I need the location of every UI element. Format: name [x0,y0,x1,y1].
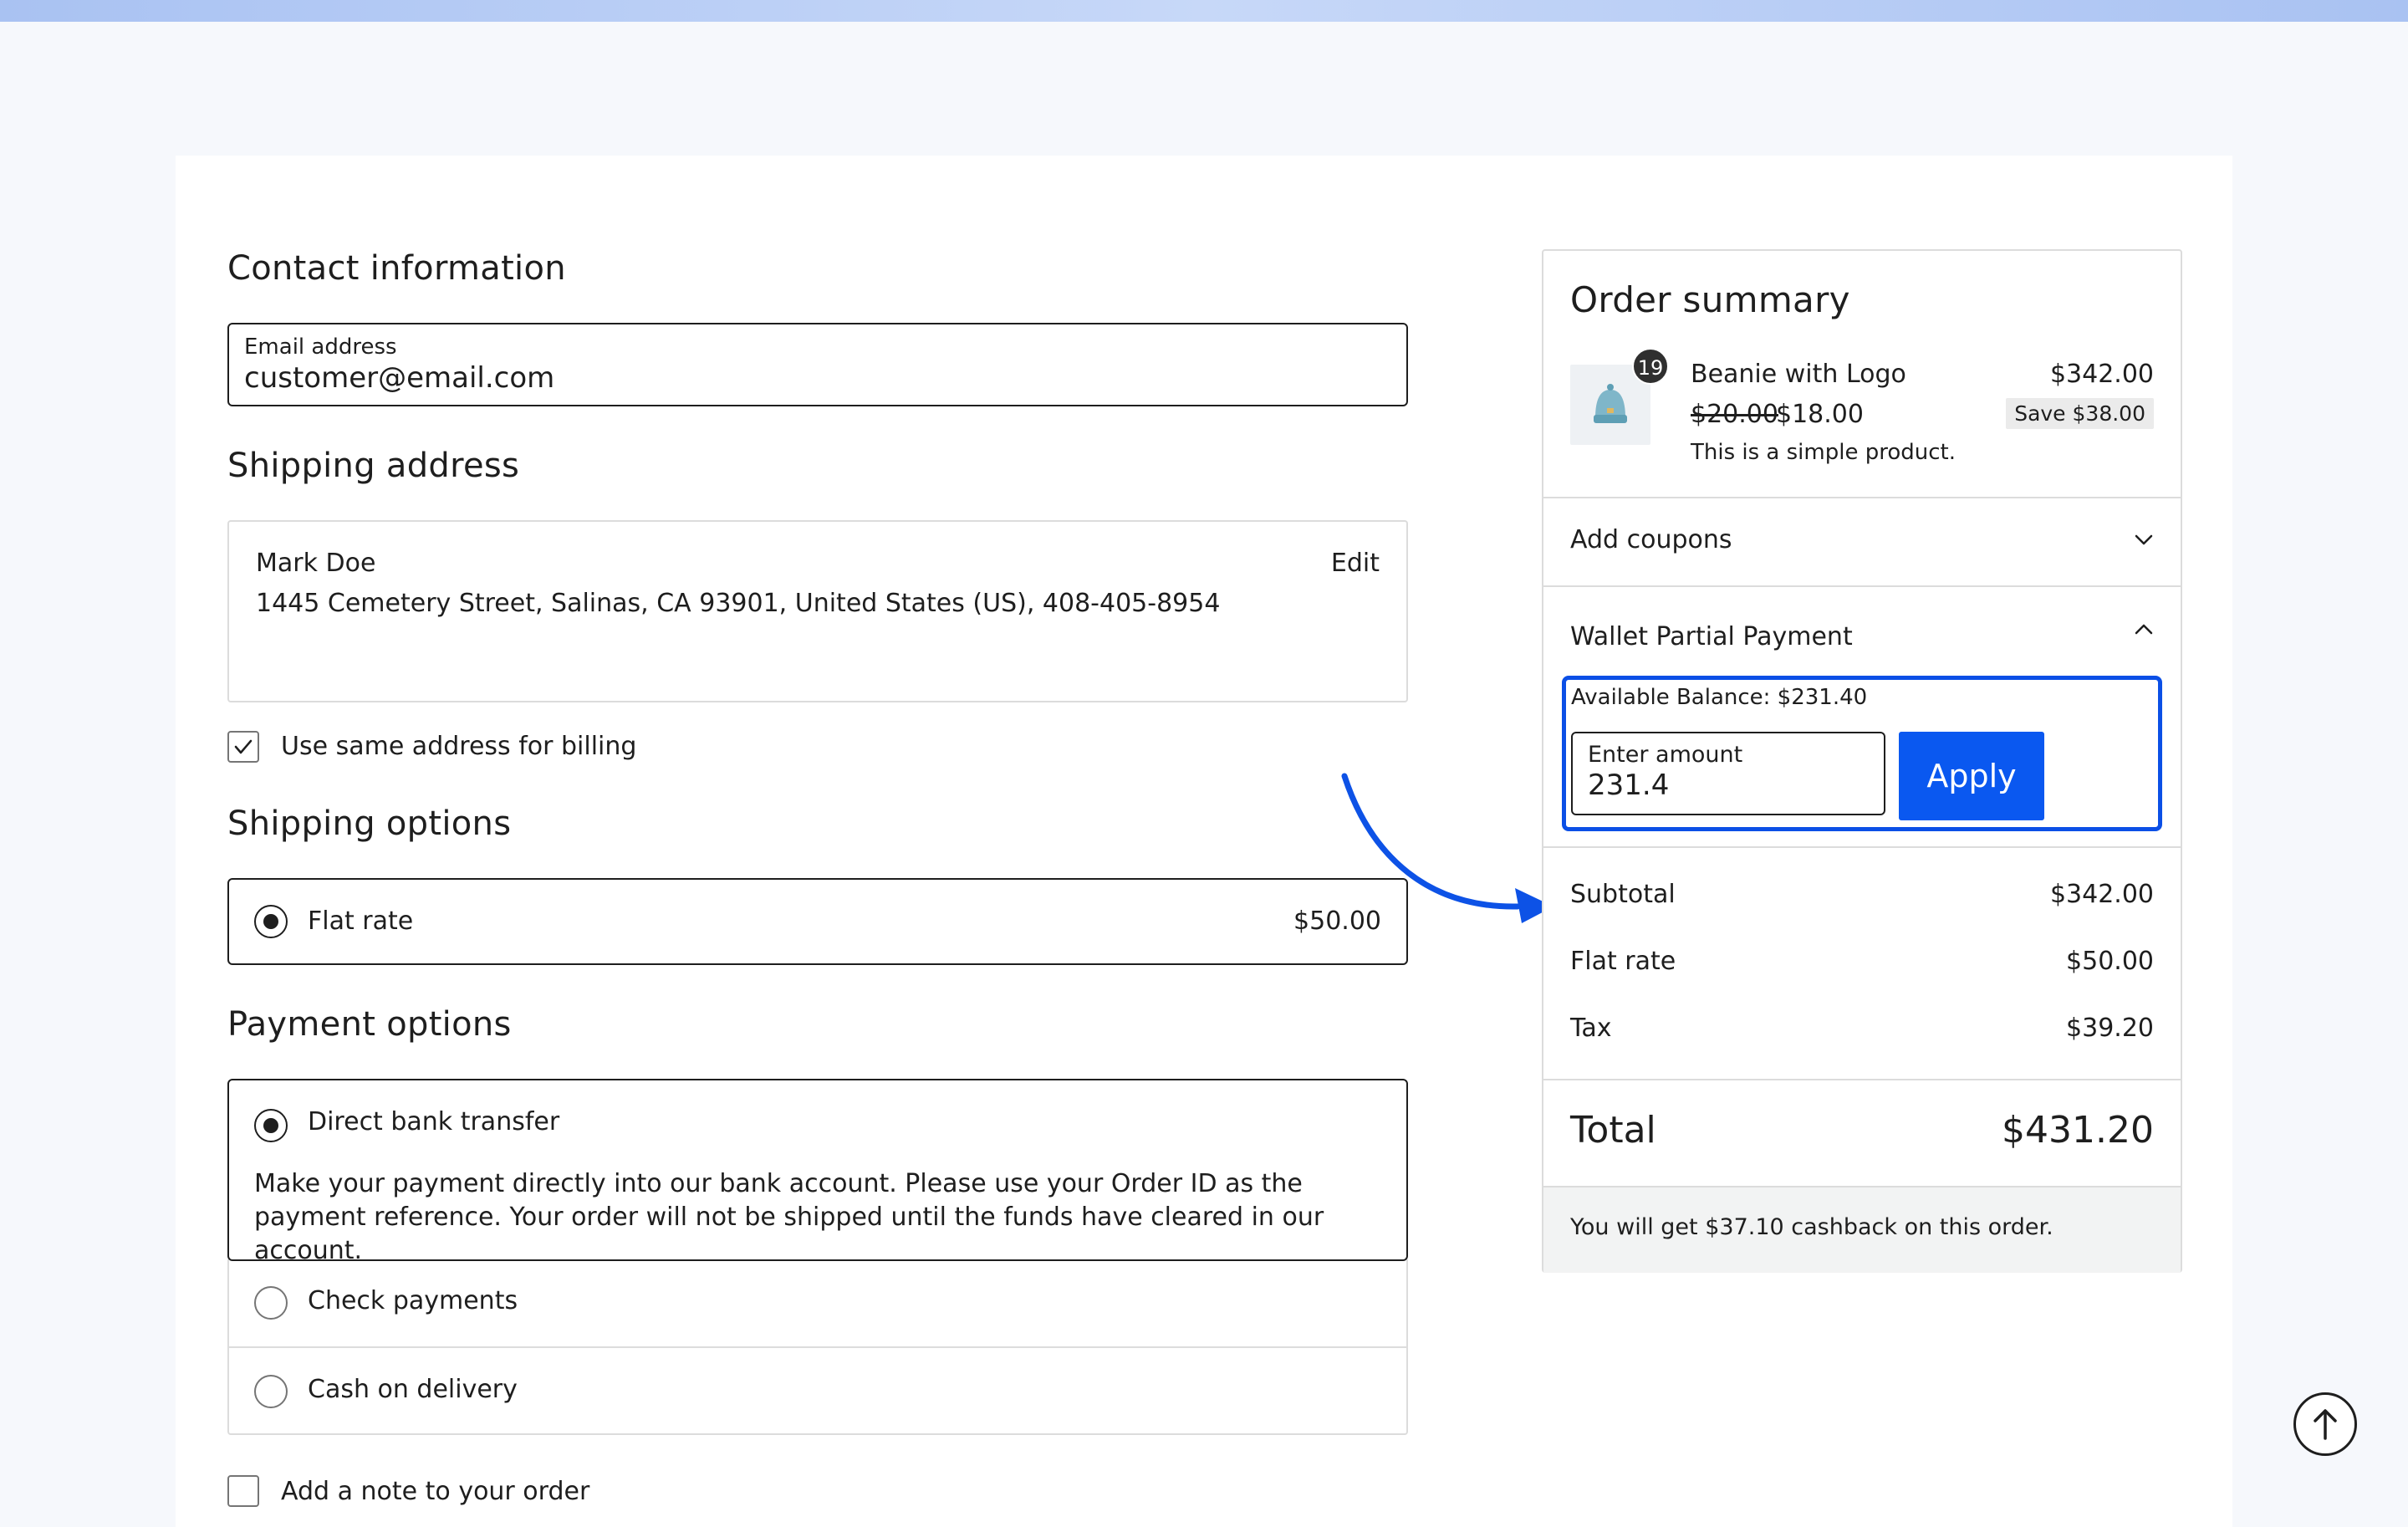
shipping-fee-label: Flat rate [1570,947,1676,976]
shipping-option-flat-rate[interactable]: Flat rate $50.00 [227,878,1408,965]
email-value[interactable]: customer@email.com [244,361,554,395]
bank-transfer-description: Make your payment directly into our bank… [254,1169,1324,1265]
subtotal-value: $342.00 [2049,880,2154,909]
payment-option-check[interactable]: Check payments [227,1259,1408,1348]
product-sale-price: $18.00 [1776,400,1864,429]
bank-transfer-label: Direct bank transfer [308,1107,560,1136]
total-label: Total [1570,1109,1656,1152]
cashback-text: You will get $37.10 cashback on this ord… [1570,1214,2053,1240]
payment-option-bank-transfer[interactable]: Direct bank transfer Make your payment d… [227,1079,1408,1265]
add-coupons-toggle[interactable]: Add coupons [1543,498,2181,585]
order-note-label[interactable]: Add a note to your order [281,1477,589,1506]
shipping-heading: Shipping address [227,447,520,485]
tax-value: $39.20 [2066,1014,2154,1043]
subtotal-label: Subtotal [1570,880,1676,909]
cash-on-delivery-label: Cash on delivery [308,1375,518,1404]
order-summary-heading: Order summary [1570,279,1850,320]
wallet-partial-payment-toggle[interactable]: Wallet Partial Payment [1543,587,2181,679]
product-total: $342.00 [2049,360,2154,389]
chevron-down-icon [2135,534,2153,545]
product-name: Beanie with Logo [1691,360,1906,389]
payment-options-heading: Payment options [227,1005,512,1044]
checkout-card: Contact information Email address custom… [176,156,2232,1527]
email-field[interactable]: Email address customer@email.com [227,323,1408,406]
same-billing-checkbox[interactable] [227,731,259,763]
chevron-up-icon [2135,624,2153,635]
shipping-name: Mark Doe [256,549,376,578]
email-label: Email address [244,335,397,360]
check-payments-label: Check payments [308,1286,518,1315]
save-badge: Save $38.00 [2006,398,2154,429]
shipping-fee-value: $50.00 [2066,947,2154,976]
check-payments-radio[interactable] [254,1286,288,1320]
cashback-notice: You will get $37.10 cashback on this ord… [1543,1186,2181,1273]
contact-heading: Contact information [227,249,566,288]
available-balance: Available Balance: $231.40 [1571,685,1868,710]
check-icon [234,739,253,754]
flat-rate-radio[interactable] [254,905,288,938]
same-billing-label[interactable]: Use same address for billing [281,732,636,761]
product-regular-price: $20.00 [1691,400,1778,429]
tax-label: Tax [1570,1014,1612,1043]
payment-option-cod[interactable]: Cash on delivery [227,1346,1408,1435]
apply-button[interactable]: Apply [1899,732,2044,820]
top-banner-strip [0,0,2408,22]
cash-on-delivery-radio[interactable] [254,1375,288,1408]
order-note-checkbox[interactable] [227,1475,259,1507]
edit-address-link[interactable]: Edit [1331,549,1380,578]
shipping-options-heading: Shipping options [227,804,512,843]
shipping-address-box: Mark Doe 1445 Cemetery Street, Salinas, … [227,520,1408,702]
amount-value[interactable]: 231.4 [1588,769,1669,802]
wallet-highlight-box: Available Balance: $231.40 Enter amount … [1562,676,2162,831]
product-description: This is a simple product. [1691,440,1956,465]
shipping-address: 1445 Cemetery Street, Salinas, CA 93901,… [256,589,1221,618]
arrow-up-icon [2314,1409,2337,1440]
quantity-badge: 19 [1632,348,1669,385]
summary-divider [1543,846,2181,848]
order-summary-panel: Order summary 19 Beanie with Logo $342.0… [1542,249,2182,1273]
total-value: $431.20 [2002,1109,2154,1152]
flat-rate-label: Flat rate [308,906,414,936]
bank-transfer-radio[interactable] [254,1109,288,1142]
add-coupons-label: Add coupons [1570,525,1732,554]
summary-divider [1543,1079,2181,1080]
wallet-label: Wallet Partial Payment [1570,622,1853,651]
scroll-to-top-button[interactable] [2293,1392,2357,1456]
amount-label: Enter amount [1588,742,1743,768]
wallet-amount-input[interactable]: Enter amount 231.4 [1571,732,1885,815]
